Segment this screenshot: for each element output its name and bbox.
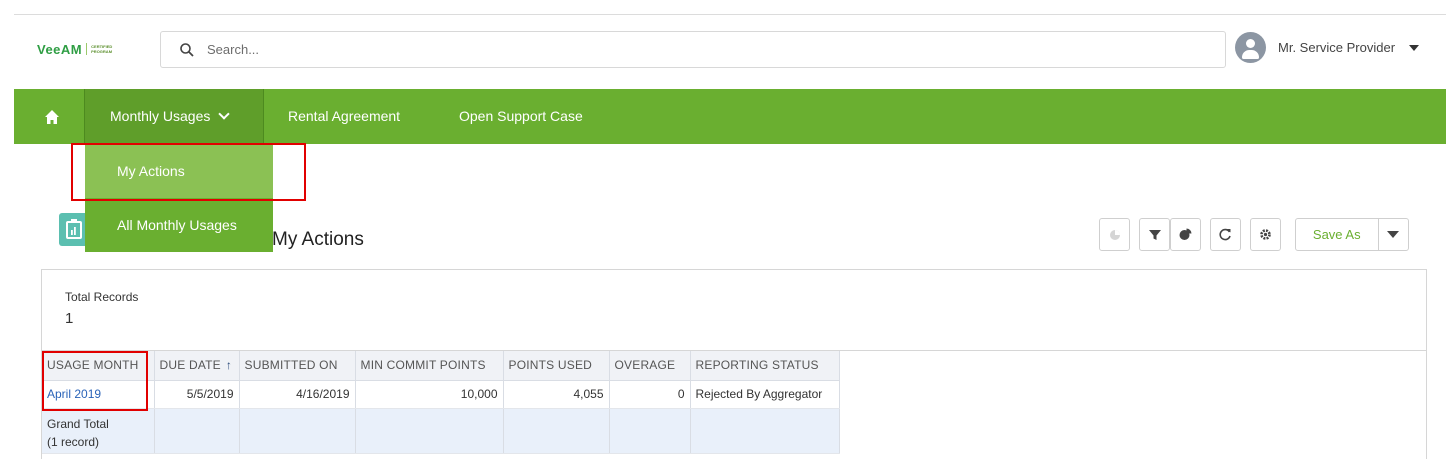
nav-open-support-case[interactable]: Open Support Case [459,89,583,144]
column-header-overage[interactable]: OVERAGE [609,351,691,381]
cell-overage: 0 [609,380,691,409]
total-records-label: Total Records [65,290,139,304]
grand-total-label: Grand Total (1 record) [42,408,155,454]
top-divider [14,14,1446,15]
caret-down-icon [1387,231,1400,238]
save-as-button[interactable]: Save As [1296,219,1379,250]
report-table: USAGE MONTH DUE DATE ↑ SUBMITTED ON MIN C… [42,351,840,454]
highlight-box-usage-month [42,351,148,411]
total-records-value: 1 [65,310,74,327]
column-header-reporting-status[interactable]: REPORTING STATUS [690,351,840,381]
cell-due-date: 5/5/2019 [154,380,240,409]
save-as-dropdown-button[interactable] [1379,219,1408,250]
refresh-icon [1219,228,1231,241]
pie-chart-icon [1179,228,1192,240]
cell-submitted-on: 4/16/2019 [239,380,356,409]
grand-total-cell [503,408,610,454]
nav-rental-agreement[interactable]: Rental Agreement [288,89,400,144]
caret-down-icon[interactable] [1409,44,1420,51]
refresh-button[interactable] [1210,218,1241,251]
column-header-due-date[interactable]: DUE DATE ↑ [154,351,240,381]
cell-points-used: 4,055 [503,380,610,409]
filter-icon [1148,229,1161,240]
column-header-points-used[interactable]: POINTS USED [503,351,610,381]
grand-total-cell [154,408,240,454]
filter-button[interactable] [1139,218,1170,251]
cell-reporting-status: Rejected By Aggregator [690,380,840,409]
grand-total-cell [355,408,504,454]
table-header-row: USAGE MONTH DUE DATE ↑ SUBMITTED ON MIN C… [42,351,840,381]
highlight-box-my-actions [71,143,306,201]
user-menu[interactable]: Mr. Service Provider [1235,32,1420,63]
search-input[interactable] [207,42,1107,57]
main-navigation: Monthly Usages Rental Agreement Open Sup… [14,89,1446,144]
nav-monthly-usages[interactable]: Monthly Usages [84,89,264,144]
avatar[interactable] [1235,32,1266,63]
cell-min-commit-points: 10,000 [355,380,504,409]
table-row: April 2019 5/5/2019 4/16/2019 10,000 4,0… [42,380,840,409]
column-header-submitted-on[interactable]: SUBMITTED ON [239,351,356,381]
chevron-down-icon [218,108,231,120]
veeam-logo[interactable]: VeeAM CERTIFIED PROGRAM [37,41,112,57]
grand-total-line2: (1 record) [47,434,100,449]
sort-ascending-icon: ↑ [225,358,233,373]
user-name[interactable]: Mr. Service Provider [1278,40,1395,55]
logo-program: CERTIFIED PROGRAM [91,44,112,54]
logo-program-line2: PROGRAM [91,49,113,54]
chart-icon [1109,229,1120,240]
grand-total-cell [609,408,691,454]
gear-icon [1260,229,1271,240]
nav-monthly-usages-label: Monthly Usages [110,108,211,124]
chart-toggle-button[interactable] [1170,218,1201,251]
grand-total-row: Grand Total (1 record) [42,408,840,454]
menu-item-all-monthly-usages[interactable]: All Monthly Usages [85,198,273,252]
chart-button[interactable] [1099,218,1130,251]
grand-total-cell [690,408,840,454]
column-header-due-date-label: DUE DATE [159,358,221,373]
search-icon [180,42,194,57]
page-title: My Actions [272,229,364,250]
grand-total-cell [239,408,356,454]
column-header-min-commit-points[interactable]: MIN COMMIT POINTS [355,351,504,381]
logo-separator [86,43,88,55]
search-bar[interactable] [160,31,1226,68]
grand-total-line1: Grand Total [47,416,109,431]
home-icon[interactable] [44,109,60,125]
logo-brand: VeeAM [37,41,83,57]
save-as-control: Save As [1295,218,1409,251]
settings-button[interactable] [1250,218,1281,251]
